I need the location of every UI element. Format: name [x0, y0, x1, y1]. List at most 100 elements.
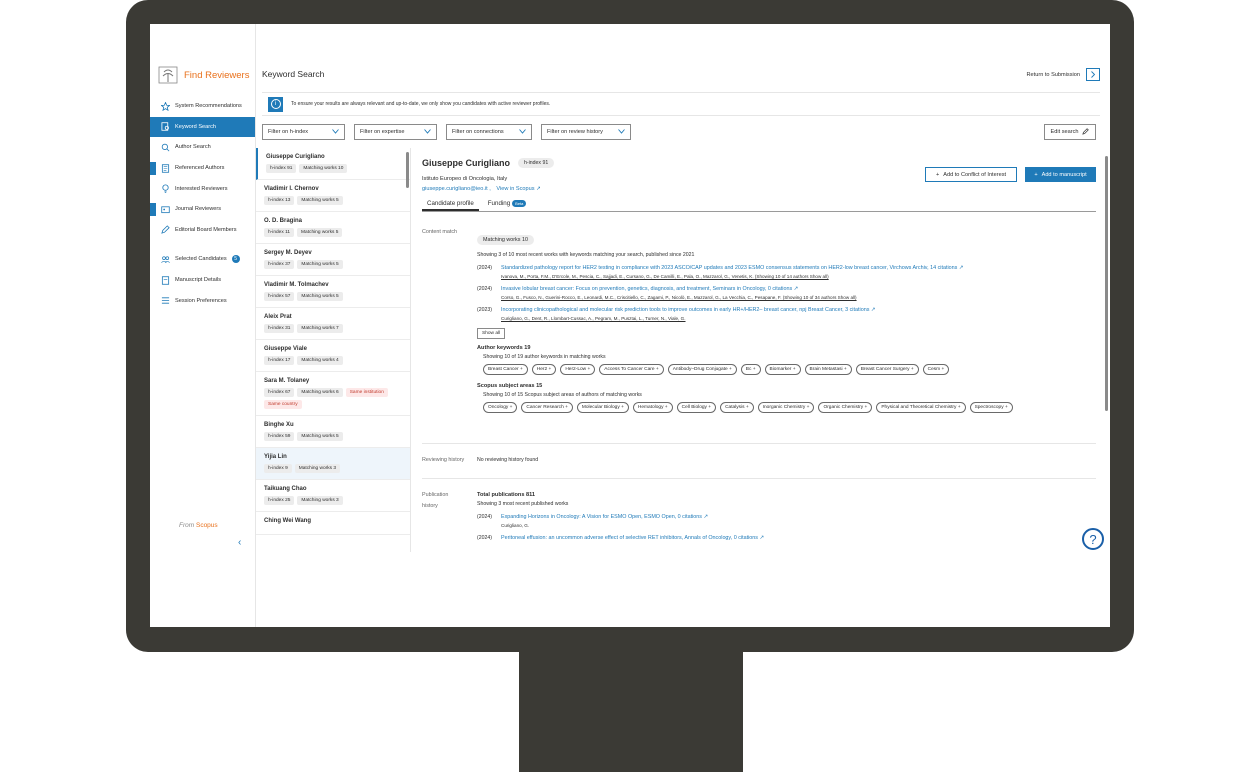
- detail-scrollbar[interactable]: [1105, 156, 1108, 411]
- keyword-chip[interactable]: Access To Cancer Care +: [599, 364, 664, 375]
- from-scopus-logo: From Scopus: [179, 522, 218, 529]
- sidebar-item-label: System Recommendations: [175, 103, 242, 110]
- return-to-submission-button[interactable]: Return to Submission: [1027, 68, 1100, 81]
- subject-chip[interactable]: Oncology +: [483, 402, 518, 413]
- keyword-chip[interactable]: Breast Cancer +: [483, 364, 528, 375]
- email-link[interactable]: giuseppe.curigliano@ieo.it ,: [422, 186, 491, 192]
- keyword-chip[interactable]: Antibody–Drug Conjugate +: [667, 364, 737, 375]
- help-button[interactable]: ?: [1082, 528, 1104, 550]
- page-title: Keyword Search: [262, 69, 325, 79]
- filter-review-history[interactable]: Filter on review history: [541, 124, 631, 140]
- work-item: (2023) Incorporating clinicopathological…: [477, 307, 876, 321]
- view-in-scopus-link[interactable]: View in Scopus ↗: [496, 186, 540, 192]
- sidebar-item-keyword-search[interactable]: Keyword Search: [150, 116, 255, 138]
- bulb-icon: [161, 184, 170, 193]
- candidate-list: Giuseppe Curigliano h-index 91 Matching w…: [256, 148, 411, 552]
- candidate-item[interactable]: Vladimir M. Tolmachev h-index 57 Matching…: [256, 276, 410, 308]
- sidebar-item-journal-reviewers[interactable]: Journal Reviewers: [150, 199, 255, 220]
- candidate-item[interactable]: Giuseppe Curigliano h-index 91 Matching w…: [256, 148, 410, 180]
- matching-works-pill: Matching works 3: [294, 464, 341, 473]
- sidebar-item-manuscript-details[interactable]: Manuscript Details: [150, 270, 255, 291]
- tab-funding[interactable]: Funding Beta: [483, 198, 532, 211]
- subject-chip[interactable]: Cancer Research +: [521, 402, 573, 413]
- keyword-chip[interactable]: Her2 +: [531, 364, 557, 375]
- matching-works-pill: Matching works 5: [297, 260, 343, 269]
- nav-separator: [150, 240, 255, 249]
- filter-expertise[interactable]: Filter on expertise: [354, 124, 437, 140]
- detail-name: Giuseppe Curigliano: [422, 158, 511, 168]
- candidate-item[interactable]: Vladimir I. Chernov h-index 13 Matching w…: [256, 180, 410, 212]
- subject-chip[interactable]: Inorganic Chemistry +: [757, 402, 815, 413]
- hindex-pill: h-index 37: [264, 260, 295, 269]
- plus-icon: +: [1034, 171, 1038, 178]
- sidebar-item-referenced-authors[interactable]: Referenced Authors: [150, 158, 255, 179]
- hindex-pill: h-index 25: [264, 496, 295, 505]
- candidate-item[interactable]: Taikuang Chao h-index 25 Matching works 3: [256, 480, 410, 512]
- work-item: (2024) Invasive lobular breast cancer: F…: [477, 286, 857, 300]
- candidate-name: Yijia Lin: [264, 454, 287, 460]
- sidebar-item-interested-reviewers[interactable]: Interested Reviewers: [150, 178, 255, 199]
- candidate-name: Binghe Xu: [264, 422, 294, 428]
- candidate-item[interactable]: O. D. Bragina h-index 11 Matching works 5: [256, 212, 410, 244]
- work-item: (2024) Standardized pathology report for…: [477, 265, 964, 279]
- publication-history-label: Publication history: [422, 492, 449, 509]
- candidate-item[interactable]: Ching Wei Wang: [256, 512, 410, 535]
- search-doc-icon: [161, 122, 170, 132]
- subject-chip[interactable]: Cell Biology +: [676, 402, 717, 413]
- detail-institution: Istituto Europeo di Oncologia, Italy: [422, 176, 508, 182]
- keyword-chip[interactable]: Her2-Low +: [560, 364, 596, 375]
- publication-title-link[interactable]: Peritoneal effusion: an uncommon adverse…: [501, 535, 764, 541]
- keyword-chip[interactable]: Brain Metastasi +: [804, 364, 852, 375]
- plus-icon: +: [935, 171, 940, 178]
- chevron-down-icon: [332, 128, 339, 136]
- candidate-name: Ching Wei Wang: [264, 518, 311, 524]
- subject-chip[interactable]: Spectroscopy +: [969, 402, 1013, 413]
- keyword-chip[interactable]: Biomarker +: [764, 364, 801, 375]
- filter-connections[interactable]: Filter on connections: [446, 124, 532, 140]
- keyword-chip[interactable]: Breast Cancer Surgery +: [855, 364, 919, 375]
- candidate-list-scrollbar[interactable]: [406, 152, 409, 188]
- list-icon: [161, 296, 170, 305]
- tab-candidate-profile[interactable]: Candidate profile: [422, 198, 479, 211]
- subject-chip[interactable]: Molecular Biology +: [576, 402, 629, 413]
- candidate-name: Sara M. Tolaney: [264, 378, 310, 384]
- hindex-pill: h-index 91: [266, 164, 297, 173]
- filter-h-index[interactable]: Filter on h-index: [262, 124, 345, 140]
- edit-search-button[interactable]: Edit search: [1044, 124, 1096, 140]
- matching-works-pill: Matching works 7: [297, 324, 343, 333]
- subject-chip[interactable]: Physical and Theoretical Chemistry +: [876, 402, 966, 413]
- candidate-item[interactable]: Sara M. Tolaney h-index 67 Matching works…: [256, 372, 410, 416]
- subject-chip[interactable]: Catalysis +: [720, 402, 754, 413]
- collapse-sidebar-button[interactable]: ‹: [238, 537, 241, 548]
- reviewing-history-label: Reviewing history: [422, 457, 465, 463]
- candidate-item[interactable]: Aleix Prat h-index 31 Matching works 7: [256, 308, 410, 340]
- add-to-conflict-button[interactable]: + Add to Conflict of Interest: [925, 167, 1017, 182]
- chevron-down-icon: [424, 128, 431, 136]
- candidate-item[interactable]: Giuseppe Viale h-index 17 Matching works …: [256, 340, 410, 372]
- subject-chip[interactable]: Hematology +: [632, 402, 673, 413]
- sidebar-item-editorial-board[interactable]: Editorial Board Members: [150, 220, 255, 241]
- publication-title-link[interactable]: Expanding Horizons in Oncology: A Vision…: [501, 514, 708, 520]
- sidebar-item-label: Selected Candidates: [175, 256, 227, 263]
- hindex-pill: h-index 67: [264, 388, 295, 397]
- subject-chip[interactable]: Organic Chemistry +: [818, 402, 873, 413]
- keyword-chip[interactable]: Cesm +: [922, 364, 950, 375]
- matching-works-pill: Matching works 6: [297, 388, 343, 397]
- candidate-item[interactable]: Yijia Lin h-index 9 Matching works 3: [256, 448, 410, 480]
- sidebar-item-selected-candidates[interactable]: Selected Candidates 5: [150, 249, 255, 270]
- sidebar-item-label: Author Search: [175, 144, 211, 151]
- work-title-link[interactable]: Invasive lobular breast cancer: Focus on…: [501, 286, 857, 292]
- keyword-chip[interactable]: Bc +: [740, 364, 761, 375]
- work-title-link[interactable]: Incorporating clinicopathological and mo…: [501, 307, 875, 313]
- candidate-item[interactable]: Binghe Xu h-index 59 Matching works 5: [256, 416, 410, 448]
- sidebar-item-session-preferences[interactable]: Session Preferences: [150, 290, 255, 311]
- chevron-right-icon: [1086, 68, 1100, 81]
- work-title-link[interactable]: Standardized pathology report for HER2 t…: [501, 265, 963, 271]
- subject-area-chips: Oncology + Cancer Research + Molecular B…: [477, 402, 1097, 413]
- work-authors: Curigliano, G., Dent, R., Llombart-Cussa…: [501, 316, 686, 321]
- sidebar-item-system-recommendations[interactable]: System Recommendations: [150, 96, 255, 117]
- show-all-works-button[interactable]: Show all: [477, 328, 506, 339]
- sidebar-item-author-search[interactable]: Author Search: [150, 137, 255, 158]
- add-to-manuscript-button[interactable]: + Add to manuscript: [1025, 167, 1096, 182]
- candidate-item[interactable]: Sergey M. Deyev h-index 37 Matching works…: [256, 244, 410, 276]
